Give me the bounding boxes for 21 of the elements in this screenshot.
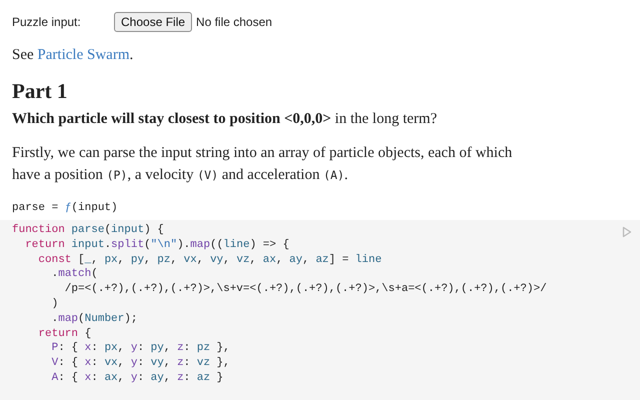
link[interactable]: Particle Swarm [37, 47, 130, 63]
code-line: ) [50, 296, 58, 312]
question-text: Which particle will stay closest to position <0,0,0> in the long term? [12, 110, 438, 129]
play-icon[interactable] [622, 226, 632, 238]
code-line: const [_, px, py, pz, vx, vy, vz, ax, ay, az] = line [37, 252, 382, 268]
see-also-text: See Particle Swarm. [12, 46, 134, 65]
code-line: .match( [50, 267, 98, 282]
cell-header: parse = ƒ(input) [12, 201, 119, 216]
file-status: No file chosen [196, 15, 272, 29]
code-line: function parse(input) { [12, 223, 164, 238]
field-label: Puzzle input: [12, 15, 82, 29]
code-line: return { [37, 326, 92, 342]
paragraph: Firstly, we can parse the input string into an array of particle objects, each of which have a position (P), a velocity (V) and acceleration (A). [12, 144, 514, 185]
code-line: /p=<(.+?),(.+?),(.+?)>,\s+v=<(.+?),(.+?),(.+?)>,\s+a=<(.+?),(.+?),(.+?)>/ [64, 282, 547, 297]
code-line: return input.split("\n").map((line) => { [24, 238, 290, 253]
code-line: A: { x: ax, y: ay, z: az } [50, 370, 224, 386]
code-line: .map(Number); [50, 312, 138, 327]
code-line: V: { x: vx, y: vy, z: vz }, [50, 356, 230, 371]
section-heading: Part 1 [12, 78, 68, 104]
choose-file-button[interactable]: Choose File [114, 12, 192, 32]
code-line: P: { x: px, y: py, z: pz }, [50, 341, 230, 356]
